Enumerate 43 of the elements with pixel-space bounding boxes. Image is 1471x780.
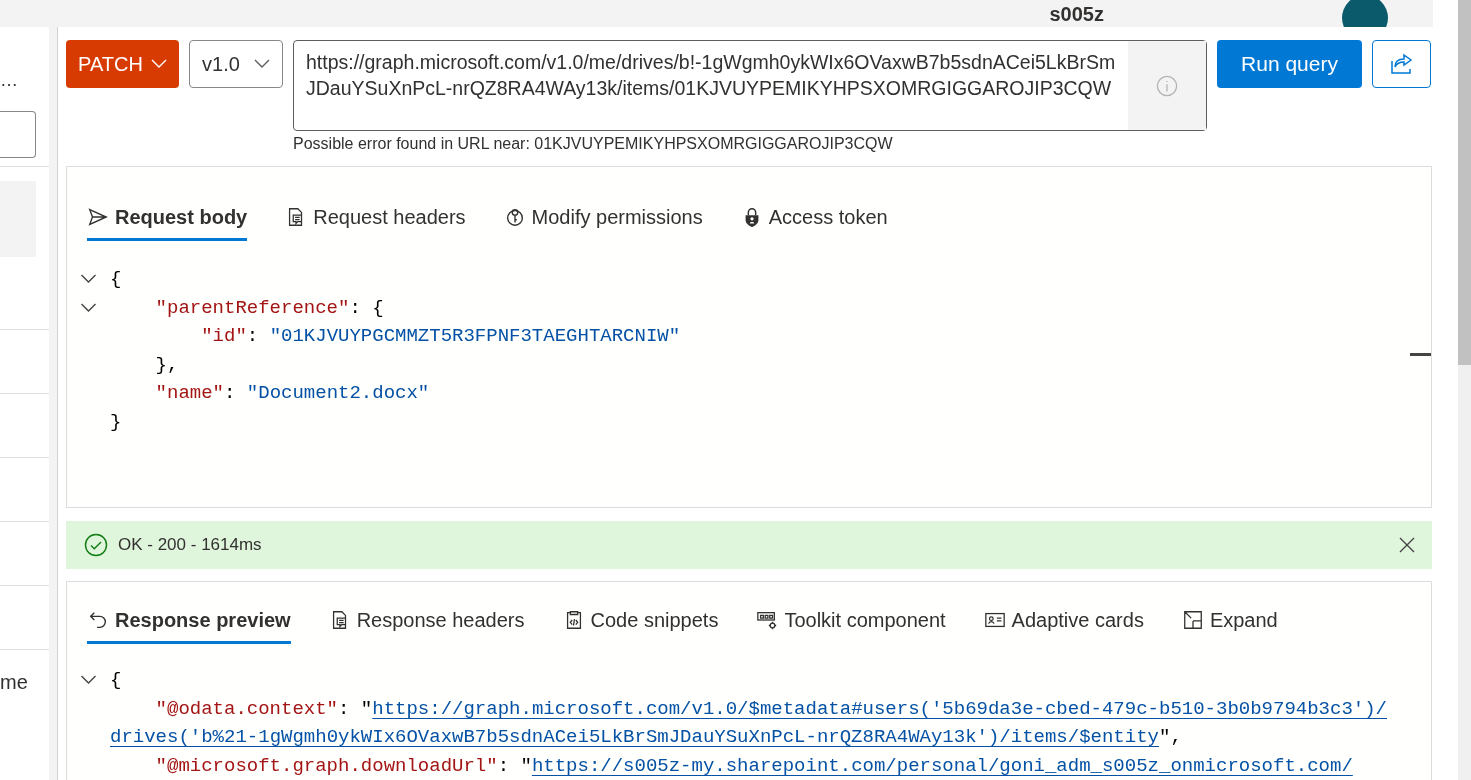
method-dropdown[interactable]: PATCH [66, 40, 179, 88]
sidebar-item[interactable]: me [0, 666, 28, 697]
tab[interactable]: Modify permissions [503, 195, 703, 241]
tab[interactable]: Response preview [87, 598, 291, 644]
tab[interactable]: Toolkit component [756, 598, 946, 644]
collapse-chevron-icon [80, 675, 97, 685]
check-circle-icon [84, 533, 108, 557]
run-query-button[interactable]: Run query [1217, 40, 1362, 88]
close-button[interactable] [1398, 536, 1416, 554]
chevron-down-icon [253, 59, 270, 69]
tab[interactable]: Adaptive cards [983, 598, 1144, 644]
version-dropdown[interactable]: v1.0 [189, 40, 283, 88]
tab[interactable]: Request body [87, 195, 248, 241]
tab[interactable]: Request headers [285, 195, 466, 241]
share-icon [1389, 53, 1414, 75]
tab[interactable]: Access token [740, 195, 888, 241]
code-line: "@microsoft.graph.downloadUrl": "https://s005z-my.sharepoint.com/personal/goni_adm_s005z_onmicrosoft.com/ [154, 753, 1354, 779]
scrollbar-thumb[interactable] [1458, 0, 1471, 365]
close-icon [1398, 536, 1416, 554]
collapse-chevron-icon [80, 302, 97, 313]
status-message: OK - 200 - 1614ms [118, 534, 263, 557]
tab[interactable]: Expand [1181, 598, 1278, 644]
search-field[interactable] [0, 111, 36, 158]
tab[interactable]: Response headers [328, 598, 525, 644]
code-line: "name": "Document2.docx" [154, 381, 431, 406]
tab[interactable]: Code snippets [562, 598, 719, 644]
user-name: s005z [1049, 4, 1104, 24]
code-line: { [110, 668, 123, 693]
chevron-down-icon [150, 59, 167, 69]
info-icon [1156, 74, 1178, 97]
code-line: } [110, 409, 123, 435]
url-error-message: Possible error found in URL near: 01KJVUYPEMIKYHPSXOMRGIGGAROJIP3CQW [293, 134, 894, 154]
collapse-chevron-icon [80, 274, 97, 284]
code-line: "parentReference": { [154, 295, 385, 321]
url-field[interactable]: https://graph.microsoft.com/v1.0/me/drives/b!-1gWgmh0ykWIx6OVaxwB7b5sdnACei5LkBrSmJDauYSuXnPcL-nrQZ8RA4WAy13k/items/01KJVUYPEMIKYHPSXOMRGIGGAROJIP3CQW [293, 40, 1207, 131]
code-line: }, [154, 352, 180, 378]
overview-ruler-mark [1410, 353, 1431, 356]
expand-icon [1181, 608, 1204, 631]
code-line: "@odata.context": "https://graph.microsoft.com/v1.0/$metadata#users('5b69da3e-cbed-479c-b510-3b0b9794b3c3')/drives('b%21-1gWgmh0ykWIx6OVaxwB7b5sdnACei5LkBrSmJDauYSuXnPcL-nrQZ8RA4WAy13k')/items/$entity", [110, 696, 1388, 750]
code-line: { [110, 267, 123, 292]
share-button[interactable] [1372, 40, 1431, 88]
truncated-label: … [0, 69, 19, 91]
code-line: "id": "01KJVUYPGCMMZT5R3FPNF3TAEGHTARCNIW" [200, 324, 682, 349]
